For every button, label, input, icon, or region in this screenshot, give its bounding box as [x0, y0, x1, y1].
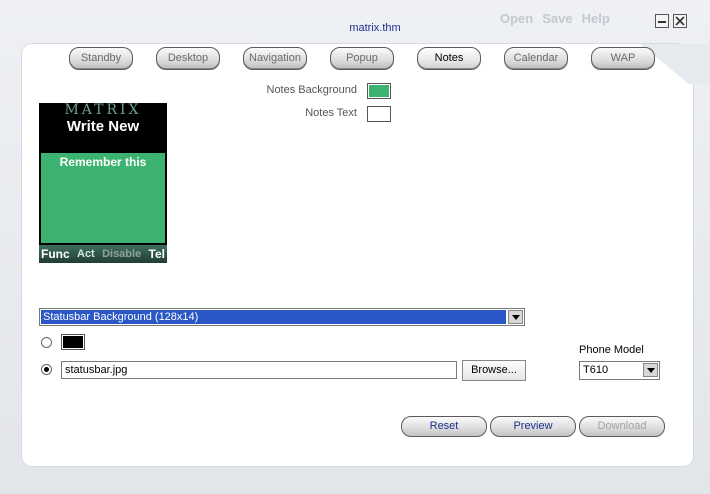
tab-notes[interactable]: Notes: [417, 47, 481, 70]
reset-button[interactable]: Reset: [401, 416, 487, 437]
menu-help[interactable]: Help: [582, 11, 610, 26]
notes-background-label: Notes Background: [266, 84, 358, 96]
statusbar-color-swatch[interactable]: [61, 334, 85, 350]
chevron-down-icon: [511, 314, 520, 320]
top-menu: Open Save Help: [500, 11, 610, 26]
browse-button[interactable]: Browse...: [462, 360, 526, 381]
phone-model-select[interactable]: T610: [579, 361, 660, 380]
softkey-tel: Tel: [148, 247, 165, 261]
phone-model-value: T610: [583, 364, 609, 376]
matrix-logo: MATRIX: [64, 103, 142, 117]
tab-calendar[interactable]: Calendar: [504, 47, 568, 70]
window-title: matrix.thm: [349, 22, 401, 34]
softkey-bar: Func Act Disable Tel: [39, 245, 167, 263]
chevron-down-icon: [646, 367, 655, 373]
dropdown-arrow-button[interactable]: [508, 310, 523, 324]
tab-desktop[interactable]: Desktop: [156, 47, 220, 70]
color-radio[interactable]: [41, 337, 52, 348]
tab-navigation[interactable]: Navigation: [243, 47, 307, 70]
menu-save[interactable]: Save: [542, 11, 572, 26]
minimize-icon: [658, 21, 666, 23]
softkey-disable: Disable: [102, 248, 142, 260]
phone-model-label: Phone Model: [579, 344, 644, 356]
close-icon: [675, 16, 685, 26]
file-path-field[interactable]: statusbar.jpg: [61, 361, 457, 379]
preview-button[interactable]: Preview: [490, 416, 576, 437]
notes-text-swatch[interactable]: [367, 106, 391, 122]
preview-title: Write New: [66, 118, 140, 135]
file-radio[interactable]: [41, 364, 52, 375]
tab-wap[interactable]: WAP: [591, 47, 655, 70]
image-element-select[interactable]: Statusbar Background (128x14): [39, 308, 525, 326]
tab-standby[interactable]: Standby: [69, 47, 133, 70]
softkey-act: Act: [77, 248, 95, 260]
notes-background-swatch[interactable]: [367, 83, 391, 99]
minimize-button[interactable]: [655, 14, 669, 28]
reset-label: Reset: [429, 420, 459, 432]
preview-label: Preview: [513, 420, 553, 432]
phone-preview: MATRIX Write New Remember this Func Act …: [39, 103, 167, 263]
softkey-func: Func: [41, 247, 70, 261]
tab-popup[interactable]: Popup: [330, 47, 394, 70]
preview-note-text: Remember this: [59, 155, 147, 169]
close-button[interactable]: [673, 14, 687, 28]
phone-model-arrow-button[interactable]: [643, 363, 658, 377]
image-element-selected: Statusbar Background (128x14): [41, 310, 506, 324]
notes-text-label: Notes Text: [305, 107, 357, 119]
download-button[interactable]: Download: [579, 416, 665, 437]
menu-open[interactable]: Open: [500, 11, 533, 26]
